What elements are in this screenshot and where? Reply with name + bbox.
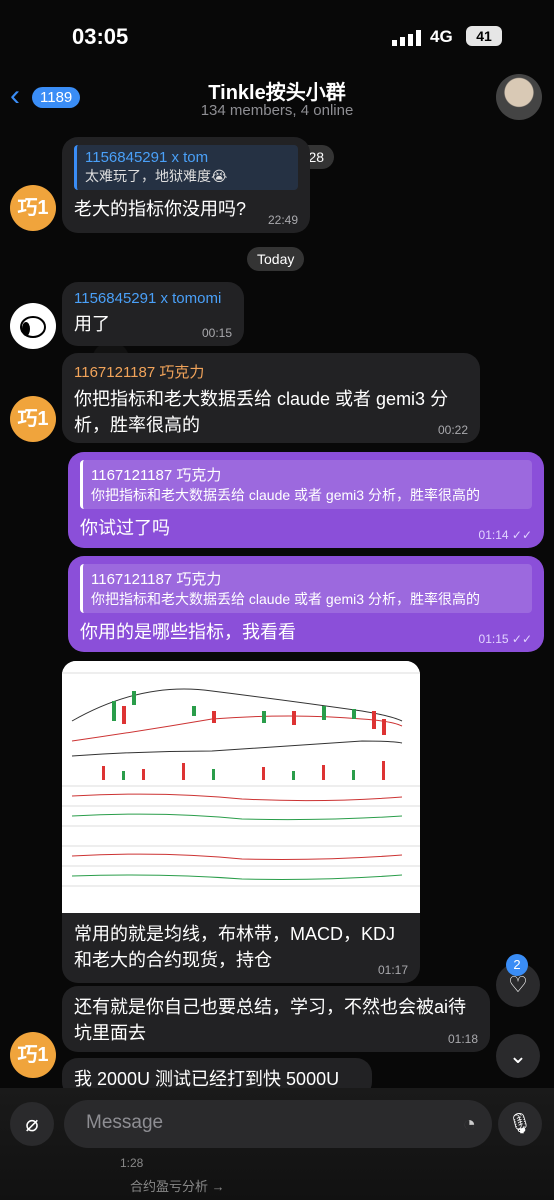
message-time: 01:15 ✓✓	[478, 632, 532, 646]
reactions-badge: 2	[506, 954, 528, 976]
avatar[interactable]: 巧1	[10, 185, 56, 231]
message-bubble-outgoing[interactable]: 1167121187 巧克力 你把指标和老大数据丢给 claude 或者 gem…	[68, 556, 544, 652]
sender-name[interactable]: 1167121187 巧克力	[74, 361, 468, 382]
input-bar: ⌀ Message ◔ 🎙 1:28 合约盈亏分析 →	[0, 1088, 554, 1200]
status-bar: 03:05 4G 41	[0, 0, 554, 70]
message-text: 你把指标和老大数据丢给 claude 或者 gemi3 分析，胜率很高的	[74, 389, 449, 435]
reply-quote[interactable]: 1156845291 x tom 太难玩了，地狱难度😭	[74, 145, 298, 190]
message-bubble[interactable]: 1156845291 x tomomi 用了 00:15	[62, 282, 244, 346]
chat-subtitle: 134 members, 4 online	[200, 102, 354, 119]
chat-header: ‹ 1189 Tinkle按头小群 134 members, 4 online	[0, 66, 554, 128]
message-bubble-outgoing[interactable]: 1167121187 巧克力 你把指标和老大数据丢给 claude 或者 gem…	[68, 452, 544, 548]
double-check-icon: ✓✓	[511, 528, 532, 542]
snoopy-icon	[20, 316, 46, 338]
message-bubble[interactable]: 常用的就是均线，布林带，MACD，KDJ和老大的合约现货，持仓 01:17	[62, 913, 420, 983]
chart-screenshot-image[interactable]	[62, 661, 420, 913]
message-time: 22:49	[267, 213, 298, 227]
microphone-icon[interactable]: 🎙	[498, 1102, 542, 1146]
double-check-icon: ✓✓	[511, 632, 532, 646]
message-text: 你试过了吗	[80, 518, 170, 538]
message-text: 还有就是你自己也要总结，学习，不然也会被ai待坑里面去	[74, 997, 467, 1043]
reply-quote[interactable]: 1167121187 巧克力 你把指标和老大数据丢给 claude 或者 gem…	[80, 564, 532, 613]
avatar[interactable]: 巧1	[10, 1032, 56, 1078]
battery-indicator: 41	[466, 26, 502, 46]
schedule-timer-icon[interactable]: ◔	[463, 1111, 476, 1137]
avatar[interactable]: 巧1	[10, 396, 56, 442]
network-type: 4G	[430, 27, 453, 46]
avatar[interactable]	[10, 303, 56, 349]
message-bubble[interactable]: 还有就是你自己也要总结，学习，不然也会被ai待坑里面去 01:18	[62, 986, 490, 1052]
sender-name[interactable]: 1156845291 x tomomi	[74, 290, 232, 307]
scroll-down-chevron-icon[interactable]: ⌄	[496, 1034, 540, 1078]
trading-chart-thumbnail	[62, 661, 420, 913]
message-time: 01:17	[377, 963, 408, 977]
message-placeholder: Message	[86, 1112, 164, 1133]
message-time: 01:14 ✓✓	[478, 528, 532, 542]
message-text: 老大的指标你没用吗?	[74, 199, 247, 219]
clock: 03:05	[72, 24, 129, 49]
message-time: 00:22	[437, 423, 468, 437]
date-pill-today: Today	[247, 247, 305, 271]
group-avatar[interactable]	[496, 74, 542, 120]
message-time: 01:18	[447, 1032, 478, 1046]
message-bubble[interactable]: 1156845291 x tom 太难玩了，地狱难度😭 老大的指标你没用吗? 2…	[62, 137, 310, 233]
signal-icon	[392, 30, 421, 46]
message-text: 你用的是哪些指标，我看看	[80, 622, 296, 642]
message-time: 00:15	[201, 326, 232, 340]
message-bubble[interactable]: 1167121187 巧克力 你把指标和老大数据丢给 claude 或者 gem…	[62, 353, 480, 443]
reply-quote[interactable]: 1167121187 巧克力 你把指标和老大数据丢给 claude 或者 gem…	[80, 460, 532, 509]
message-input[interactable]: Message ◔	[64, 1100, 492, 1148]
message-text: 常用的就是均线，布林带，MACD，KDJ和老大的合约现货，持仓	[74, 924, 396, 970]
attach-paperclip-icon[interactable]: ⌀	[10, 1102, 54, 1146]
chat-title[interactable]: Tinkle按头小群	[0, 76, 554, 105]
bottom-preview-strip: 1:28 合约盈亏分析 →	[120, 1156, 225, 1194]
